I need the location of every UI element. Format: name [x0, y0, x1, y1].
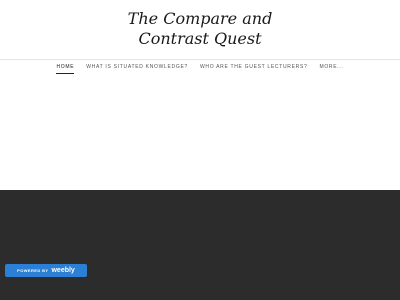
nav-item-more[interactable]: MORE... — [319, 60, 343, 76]
nav-item-situated-knowledge[interactable]: WHAT IS SITUATED KNOWLEDGE? — [86, 60, 188, 76]
powered-by-weebly-badge[interactable]: POWERED BY weebly — [5, 264, 87, 277]
main-content-area — [0, 76, 400, 190]
nav-item-home[interactable]: HOME — [56, 60, 75, 76]
footer — [0, 190, 400, 300]
site-title-line-1: The Compare and — [127, 9, 273, 28]
main-navigation: HOME WHAT IS SITUATED KNOWLEDGE? WHO ARE… — [0, 60, 400, 76]
site-header: The Compare and Contrast Quest — [0, 0, 400, 58]
powered-by-label: POWERED BY — [17, 268, 49, 273]
nav-item-guest-lecturers[interactable]: WHO ARE THE GUEST LECTURERS? — [200, 60, 308, 76]
site-title-line-2: Contrast Quest — [138, 29, 262, 48]
site-title[interactable]: The Compare and Contrast Quest — [115, 9, 285, 49]
weebly-logo: weebly — [51, 267, 75, 274]
